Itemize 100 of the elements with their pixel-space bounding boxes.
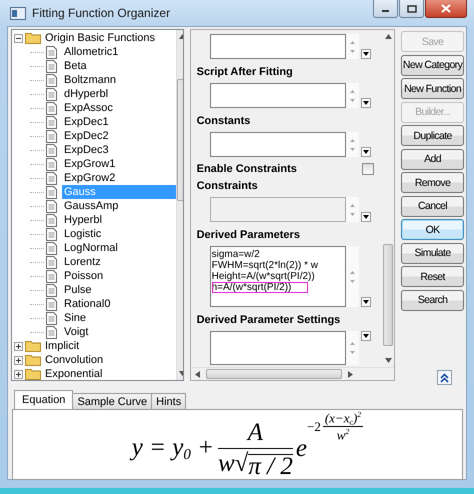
tree-item[interactable]: dHyperbl <box>62 87 110 101</box>
tree-item[interactable]: Lorentz <box>62 255 103 269</box>
tree-item[interactable]: Implicit <box>43 339 82 353</box>
tree-item[interactable]: Logistic <box>62 227 104 241</box>
folder-icon <box>25 368 41 380</box>
document-icon <box>46 158 57 170</box>
document-icon <box>46 46 57 58</box>
collapse-icon[interactable] <box>14 34 23 42</box>
scroll-arrows-icon[interactable] <box>346 83 359 108</box>
scroll-right-icon[interactable] <box>348 370 353 378</box>
tree-item[interactable]: Voigt <box>62 325 90 339</box>
radicand: π / 2 <box>248 454 293 479</box>
action-button[interactable]: New Category <box>401 54 464 76</box>
dropdown-button[interactable] <box>360 49 371 59</box>
exponent-denominator: w$^{2}$ <box>336 427 350 444</box>
tree-item[interactable]: Exponential <box>43 367 104 380</box>
action-button[interactable]: Cancel <box>401 196 464 216</box>
scroll-up-icon[interactable] <box>384 34 392 39</box>
document-icon <box>46 102 57 114</box>
exponent-numerator: (x−x$_{c}$)$^{2}$ <box>322 410 364 428</box>
text-area[interactable] <box>210 34 346 59</box>
document-icon <box>46 74 57 86</box>
section-label: Script After Fitting <box>196 66 294 78</box>
scrollbar[interactable] <box>190 367 394 380</box>
tree-item[interactable]: Poisson <box>62 269 106 283</box>
expand-icon[interactable] <box>14 356 23 364</box>
document-icon <box>46 60 57 72</box>
section-label: Derived Parameters <box>196 229 301 241</box>
tree-item[interactable]: Beta <box>62 59 89 73</box>
document-icon <box>46 270 57 282</box>
tree-item[interactable]: Rational0 <box>62 297 112 311</box>
text-area[interactable] <box>210 83 346 108</box>
scroll-down-icon[interactable] <box>384 358 392 363</box>
dropdown-button[interactable] <box>360 212 371 222</box>
action-button[interactable]: Duplicate <box>401 125 464 146</box>
collapse-button[interactable] <box>437 370 452 385</box>
denominator-factor: w <box>218 449 235 479</box>
caret-icon <box>362 101 369 105</box>
action-button[interactable]: Search <box>401 290 464 310</box>
tree-item[interactable]: GaussAmp <box>62 199 120 213</box>
tree-item[interactable]: Convolution <box>43 353 106 367</box>
dropdown-button[interactable] <box>360 297 371 307</box>
tab[interactable]: Equation <box>14 390 74 409</box>
action-button[interactable]: Remove <box>401 172 464 193</box>
tree-item[interactable]: ExpDec1 <box>62 115 111 129</box>
tree-item[interactable]: Sine <box>62 311 88 325</box>
checkbox[interactable] <box>362 163 374 175</box>
tree-item[interactable]: ExpGrow1 <box>62 157 118 171</box>
expand-icon[interactable] <box>14 342 23 350</box>
section-label: Derived Parameter Settings <box>196 314 342 326</box>
scroll-arrows-icon[interactable] <box>346 331 359 365</box>
document-icon <box>46 144 57 156</box>
dropdown-button[interactable] <box>360 147 371 157</box>
text-area[interactable] <box>210 132 346 157</box>
text-area[interactable]: sigma=w/2 FWHM=sqrt(2*ln(2)) * w Height=A/(w*sqrt(PI/2)) h=A/(w*sqrt(PI/2)) <box>210 246 346 307</box>
action-button[interactable]: Reset <box>401 266 464 287</box>
numerator: A <box>218 418 293 449</box>
tree-item[interactable]: LogNormal <box>62 241 120 255</box>
minimize-button[interactable] <box>373 0 398 18</box>
tab[interactable]: Hints <box>151 393 186 409</box>
folder-icon <box>25 32 41 44</box>
dropdown-button[interactable] <box>360 331 371 341</box>
caret-icon <box>362 215 369 219</box>
script-line: sigma=w/2 <box>212 249 260 260</box>
tree-item[interactable]: ExpDec3 <box>62 143 111 157</box>
action-button[interactable]: Add <box>401 148 464 170</box>
document-icon <box>46 130 57 142</box>
scroll-arrows-icon[interactable] <box>346 132 359 157</box>
scroll-arrows-icon[interactable] <box>346 246 359 307</box>
document-icon <box>46 298 57 310</box>
app-icon <box>10 6 26 20</box>
maximize-icon <box>406 4 416 12</box>
text-area[interactable] <box>210 331 346 365</box>
tree-item[interactable]: Hyperbl <box>62 213 104 227</box>
section-label: Constants <box>196 115 252 127</box>
exponent-factor: −2 <box>306 418 321 435</box>
tree-item[interactable]: Allometric1 <box>62 45 120 59</box>
tab[interactable]: Sample Curve <box>72 393 152 409</box>
tree-item[interactable]: Boltzmann <box>62 73 118 87</box>
tree-item[interactable]: ExpAssoc <box>62 101 115 115</box>
tree-item[interactable]: ExpDec2 <box>62 129 111 143</box>
scroll-arrows-icon[interactable] <box>346 34 359 59</box>
expand-icon[interactable] <box>14 370 23 378</box>
script-line: FWHM=sqrt(2*ln(2)) * w <box>212 260 318 271</box>
checkbox-label: Enable Constraints <box>196 163 298 175</box>
action-button[interactable]: Simulate <box>401 242 464 264</box>
scroll-left-icon[interactable] <box>194 370 200 378</box>
tree-item[interactable]: Origin Basic Functions <box>43 31 158 45</box>
caret-icon <box>362 300 369 304</box>
dropdown-button[interactable] <box>360 98 371 108</box>
document-icon <box>46 172 57 184</box>
tree-item[interactable]: ExpGrow2 <box>62 171 118 185</box>
action-button[interactable]: OK <box>401 219 464 240</box>
folder-icon <box>25 340 41 352</box>
caret-icon <box>362 52 369 56</box>
maximize-button[interactable] <box>399 0 424 18</box>
action-button[interactable]: New Function <box>401 78 464 99</box>
close-button[interactable] <box>425 0 467 18</box>
double-chevron-up-icon <box>440 372 450 382</box>
tree-item[interactable]: Pulse <box>62 283 94 297</box>
